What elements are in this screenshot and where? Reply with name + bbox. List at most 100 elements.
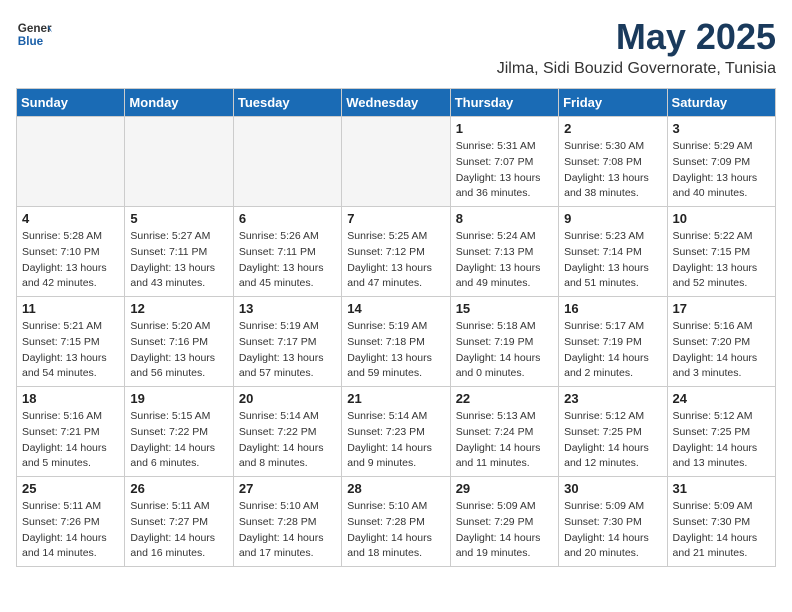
day-info: Sunrise: 5:24 AMSunset: 7:13 PMDaylight:… — [456, 229, 553, 292]
location-subtitle: Jilma, Sidi Bouzid Governorate, Tunisia — [497, 60, 776, 78]
day-info: Sunrise: 5:09 AMSunset: 7:29 PMDaylight:… — [456, 499, 553, 562]
day-info: Sunrise: 5:31 AMSunset: 7:07 PMDaylight:… — [456, 139, 553, 202]
column-header-monday: Monday — [125, 89, 233, 117]
calendar-cell: 18 Sunrise: 5:16 AMSunset: 7:21 PMDayligh… — [17, 387, 125, 477]
day-info: Sunrise: 5:20 AMSunset: 7:16 PMDaylight:… — [130, 319, 227, 382]
calendar-cell: 16 Sunrise: 5:17 AMSunset: 7:19 PMDayligh… — [559, 297, 667, 387]
day-info: Sunrise: 5:12 AMSunset: 7:25 PMDaylight:… — [564, 409, 661, 472]
calendar-cell: 23 Sunrise: 5:12 AMSunset: 7:25 PMDayligh… — [559, 387, 667, 477]
day-info: Sunrise: 5:11 AMSunset: 7:27 PMDaylight:… — [130, 499, 227, 562]
day-number: 5 — [130, 211, 227, 226]
day-number: 15 — [456, 301, 553, 316]
calendar-cell: 14 Sunrise: 5:19 AMSunset: 7:18 PMDayligh… — [342, 297, 450, 387]
month-year-title: May 2025 — [497, 16, 776, 58]
day-number: 20 — [239, 391, 336, 406]
day-info: Sunrise: 5:28 AMSunset: 7:10 PMDaylight:… — [22, 229, 119, 292]
day-info: Sunrise: 5:14 AMSunset: 7:23 PMDaylight:… — [347, 409, 444, 472]
day-number: 10 — [673, 211, 770, 226]
day-number: 18 — [22, 391, 119, 406]
calendar-cell: 21Sunrise: 5:14 AMSunset: 7:23 PMDayligh… — [342, 387, 450, 477]
logo: General Blue — [16, 16, 52, 52]
day-number: 16 — [564, 301, 661, 316]
day-info: Sunrise: 5:12 AMSunset: 7:25 PMDaylight:… — [673, 409, 770, 472]
day-info: Sunrise: 5:16 AMSunset: 7:21 PMDaylight:… — [22, 409, 119, 472]
day-info: Sunrise: 5:11 AMSunset: 7:26 PMDaylight:… — [22, 499, 119, 562]
calendar-cell: 31Sunrise: 5:09 AMSunset: 7:30 PMDayligh… — [667, 477, 775, 567]
day-info: Sunrise: 5:09 AMSunset: 7:30 PMDaylight:… — [564, 499, 661, 562]
calendar-cell — [125, 117, 233, 207]
calendar-week-3: 11 Sunrise: 5:21 AMSunset: 7:15 PMDayligh… — [17, 297, 776, 387]
calendar-cell: 7 Sunrise: 5:25 AMSunset: 7:12 PMDaylight… — [342, 207, 450, 297]
day-number: 25 — [22, 481, 119, 496]
day-number: 29 — [456, 481, 553, 496]
column-header-wednesday: Wednesday — [342, 89, 450, 117]
day-number: 17 — [673, 301, 770, 316]
title-block: May 2025 Jilma, Sidi Bouzid Governorate,… — [497, 16, 776, 78]
day-number: 3 — [673, 121, 770, 136]
calendar-cell: 17 Sunrise: 5:16 AMSunset: 7:20 PMDayligh… — [667, 297, 775, 387]
calendar-cell: 24Sunrise: 5:12 AMSunset: 7:25 PMDayligh… — [667, 387, 775, 477]
day-info: Sunrise: 5:27 AMSunset: 7:11 PMDaylight:… — [130, 229, 227, 292]
day-number: 11 — [22, 301, 119, 316]
calendar-cell: 25 Sunrise: 5:11 AMSunset: 7:26 PMDayligh… — [17, 477, 125, 567]
day-info: Sunrise: 5:18 AMSunset: 7:19 PMDaylight:… — [456, 319, 553, 382]
calendar-cell: 27 Sunrise: 5:10 AMSunset: 7:28 PMDayligh… — [233, 477, 341, 567]
day-info: Sunrise: 5:19 AMSunset: 7:18 PMDaylight:… — [347, 319, 444, 382]
day-number: 7 — [347, 211, 444, 226]
day-info: Sunrise: 5:16 AMSunset: 7:20 PMDaylight:… — [673, 319, 770, 382]
calendar-cell: 10Sunrise: 5:22 AMSunset: 7:15 PMDayligh… — [667, 207, 775, 297]
calendar-week-4: 18 Sunrise: 5:16 AMSunset: 7:21 PMDayligh… — [17, 387, 776, 477]
calendar-cell: 26Sunrise: 5:11 AMSunset: 7:27 PMDayligh… — [125, 477, 233, 567]
day-number: 9 — [564, 211, 661, 226]
day-number: 30 — [564, 481, 661, 496]
day-info: Sunrise: 5:19 AMSunset: 7:17 PMDaylight:… — [239, 319, 336, 382]
svg-text:Blue: Blue — [18, 35, 44, 48]
calendar-cell: 8 Sunrise: 5:24 AMSunset: 7:13 PMDaylight… — [450, 207, 558, 297]
column-header-sunday: Sunday — [17, 89, 125, 117]
calendar-cell: 12 Sunrise: 5:20 AMSunset: 7:16 PMDayligh… — [125, 297, 233, 387]
day-number: 27 — [239, 481, 336, 496]
calendar-week-1: 1 Sunrise: 5:31 AMSunset: 7:07 PMDaylight… — [17, 117, 776, 207]
day-number: 13 — [239, 301, 336, 316]
calendar-header-row: SundayMondayTuesdayWednesdayThursdayFrid… — [17, 89, 776, 117]
page-header: General Blue May 2025 Jilma, Sidi Bouzid… — [16, 16, 776, 78]
day-info: Sunrise: 5:23 AMSunset: 7:14 PMDaylight:… — [564, 229, 661, 292]
day-info: Sunrise: 5:29 AMSunset: 7:09 PMDaylight:… — [673, 139, 770, 202]
day-number: 14 — [347, 301, 444, 316]
day-number: 4 — [22, 211, 119, 226]
day-number: 28 — [347, 481, 444, 496]
calendar-cell — [17, 117, 125, 207]
calendar-cell: 19 Sunrise: 5:15 AMSunset: 7:22 PMDayligh… — [125, 387, 233, 477]
day-info: Sunrise: 5:15 AMSunset: 7:22 PMDaylight:… — [130, 409, 227, 472]
day-info: Sunrise: 5:21 AMSunset: 7:15 PMDaylight:… — [22, 319, 119, 382]
calendar-cell: 2Sunrise: 5:30 AMSunset: 7:08 PMDaylight… — [559, 117, 667, 207]
calendar-cell: 29 Sunrise: 5:09 AMSunset: 7:29 PMDayligh… — [450, 477, 558, 567]
day-number: 6 — [239, 211, 336, 226]
day-info: Sunrise: 5:14 AMSunset: 7:22 PMDaylight:… — [239, 409, 336, 472]
calendar-cell: 6 Sunrise: 5:26 AMSunset: 7:11 PMDaylight… — [233, 207, 341, 297]
day-number: 1 — [456, 121, 553, 136]
day-info: Sunrise: 5:25 AMSunset: 7:12 PMDaylight:… — [347, 229, 444, 292]
calendar-cell: 22Sunrise: 5:13 AMSunset: 7:24 PMDayligh… — [450, 387, 558, 477]
calendar-cell — [342, 117, 450, 207]
day-info: Sunrise: 5:09 AMSunset: 7:30 PMDaylight:… — [673, 499, 770, 562]
day-info: Sunrise: 5:13 AMSunset: 7:24 PMDaylight:… — [456, 409, 553, 472]
day-number: 8 — [456, 211, 553, 226]
calendar-cell — [233, 117, 341, 207]
calendar-cell: 11 Sunrise: 5:21 AMSunset: 7:15 PMDayligh… — [17, 297, 125, 387]
day-number: 2 — [564, 121, 661, 136]
day-number: 19 — [130, 391, 227, 406]
calendar-cell: 5 Sunrise: 5:27 AMSunset: 7:11 PMDaylight… — [125, 207, 233, 297]
day-info: Sunrise: 5:10 AMSunset: 7:28 PMDaylight:… — [239, 499, 336, 562]
column-header-thursday: Thursday — [450, 89, 558, 117]
day-number: 23 — [564, 391, 661, 406]
day-info: Sunrise: 5:10 AMSunset: 7:28 PMDaylight:… — [347, 499, 444, 562]
day-info: Sunrise: 5:26 AMSunset: 7:11 PMDaylight:… — [239, 229, 336, 292]
calendar-cell: 20 Sunrise: 5:14 AMSunset: 7:22 PMDayligh… — [233, 387, 341, 477]
calendar-cell: 13 Sunrise: 5:19 AMSunset: 7:17 PMDayligh… — [233, 297, 341, 387]
day-number: 12 — [130, 301, 227, 316]
calendar-cell: 1 Sunrise: 5:31 AMSunset: 7:07 PMDaylight… — [450, 117, 558, 207]
day-info: Sunrise: 5:17 AMSunset: 7:19 PMDaylight:… — [564, 319, 661, 382]
calendar-week-2: 4 Sunrise: 5:28 AMSunset: 7:10 PMDaylight… — [17, 207, 776, 297]
calendar-cell: 9 Sunrise: 5:23 AMSunset: 7:14 PMDaylight… — [559, 207, 667, 297]
